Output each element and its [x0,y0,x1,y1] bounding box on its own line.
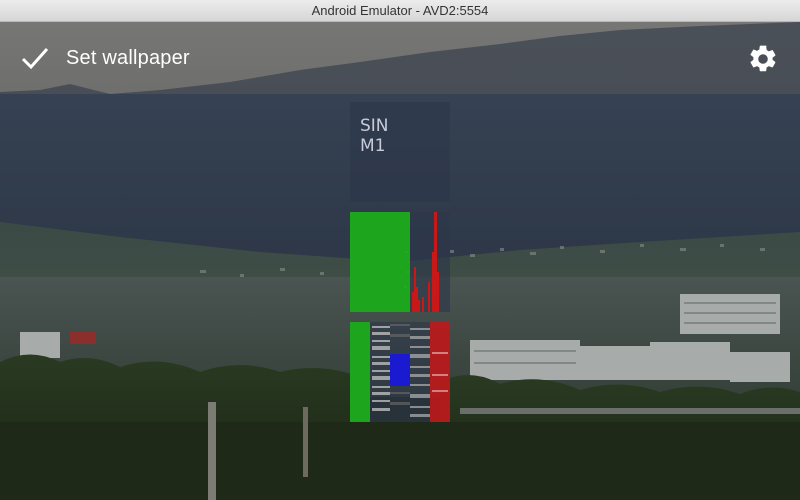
settings-button[interactable] [740,38,786,80]
window-title: Android Emulator - AVD2:5554 [311,3,489,18]
preview-graph-widget [350,212,450,312]
preview-text-line-2: M1 [360,136,386,156]
check-icon [21,48,49,70]
preview-stripe-column [372,326,390,411]
gear-icon [750,45,776,72]
window-title-bar: Android Emulator - AVD2:5554 [0,0,800,22]
preview-text-line-1: SIN [360,116,389,136]
preview-red-spikes [412,212,439,312]
preview-bars-canvas [350,322,450,422]
preview-grey-stripes [410,328,430,417]
preview-blue-block [390,354,410,386]
set-wallpaper-label: Set wallpaper [66,46,190,69]
preview-green-block [350,212,410,312]
set-wallpaper-button[interactable]: Set wallpaper [14,32,200,84]
preview-red-column [430,322,450,422]
preview-bars-widget [350,322,450,422]
preview-text-widget: SIN M1 [350,102,450,202]
preview-graph-canvas [350,212,439,312]
preview-text-label: SIN M1 [360,116,389,156]
action-bar: Set wallpaper [0,22,800,94]
preview-green-column [350,322,370,422]
